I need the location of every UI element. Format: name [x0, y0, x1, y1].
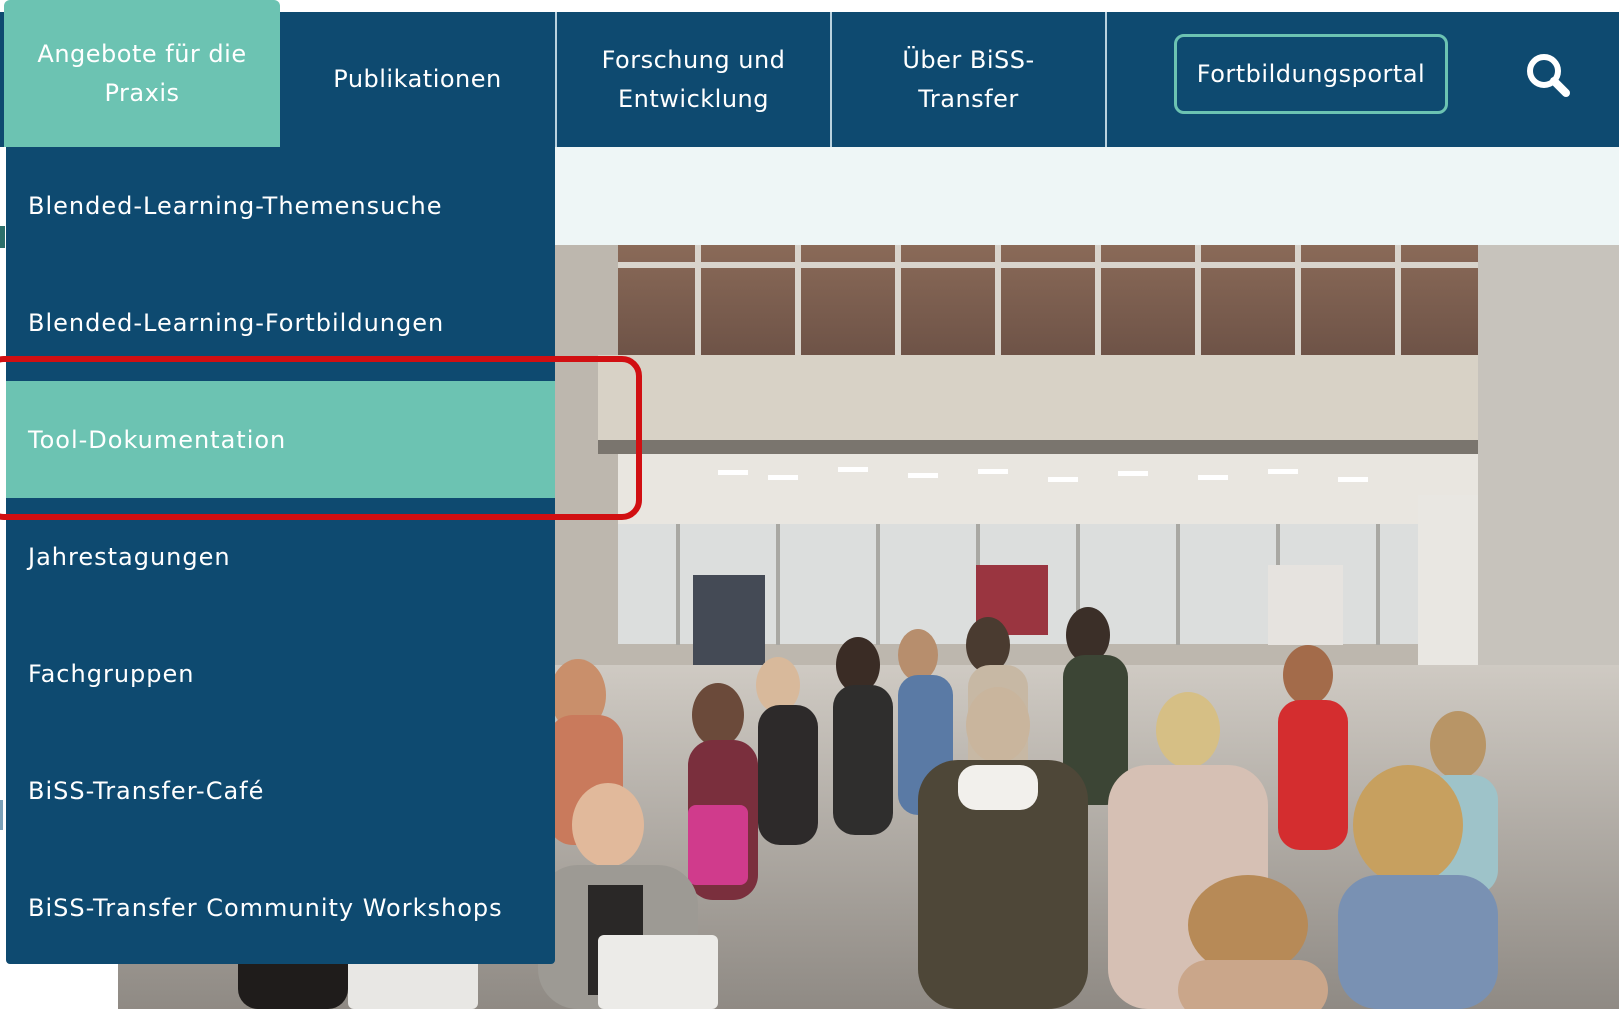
nav-label: Über BiSS- Transfer [902, 41, 1034, 119]
portal-label: Fortbildungsportal [1196, 60, 1426, 88]
edge-marker [0, 800, 3, 830]
menu-item-label: Fachgruppen [28, 659, 195, 688]
nav-label-line2: Entwicklung [617, 84, 769, 113]
menu-item-label: Blended-Learning-Themensuche [28, 191, 443, 220]
menu-item-label: BiSS-Transfer Community Workshops [28, 893, 503, 922]
nav-label: Publikationen [333, 65, 502, 93]
nav-ueber-biss-transfer[interactable]: Über BiSS- Transfer [830, 12, 1105, 147]
nav-separator [1105, 12, 1107, 147]
menu-item-biss-transfer-cafe[interactable]: BiSS-Transfer-Café [6, 732, 555, 849]
nav-label-line1: Forschung und [601, 45, 786, 74]
nav-label-line2: Transfer [918, 84, 1019, 113]
nav-angebote-fuer-die-praxis[interactable]: Angebote für die Praxis [4, 0, 280, 147]
selection-highlight-box [0, 356, 642, 520]
nav-label: Angebote für die Praxis [37, 35, 246, 113]
nav-label-line1: Über BiSS- [902, 45, 1035, 74]
menu-item-label: Jahrestagungen [28, 542, 231, 571]
content-band [555, 147, 1619, 245]
nav-label-line2: Praxis [104, 78, 180, 107]
fortbildungsportal-button[interactable]: Fortbildungsportal [1174, 34, 1448, 114]
nav-label-line1: Angebote für die [37, 39, 247, 68]
edge-marker [0, 226, 5, 248]
nav-label: Forschung und Entwicklung [602, 41, 786, 119]
menu-item-biss-transfer-community-workshops[interactable]: BiSS-Transfer Community Workshops [6, 849, 555, 966]
search-icon-graphic [1527, 54, 1570, 97]
menu-item-blended-learning-themensuche[interactable]: Blended-Learning-Themensuche [6, 147, 555, 264]
angebote-dropdown-menu: Blended-Learning-Themensuche Blended-Lea… [6, 147, 555, 964]
nav-publikationen[interactable]: Publikationen [280, 12, 555, 147]
menu-item-label: BiSS-Transfer-Café [28, 776, 265, 805]
menu-item-label: Blended-Learning-Fortbildungen [28, 308, 445, 337]
search-icon[interactable] [1522, 50, 1578, 102]
nav-forschung-und-entwicklung[interactable]: Forschung und Entwicklung [555, 12, 830, 147]
menu-item-fachgruppen[interactable]: Fachgruppen [6, 615, 555, 732]
